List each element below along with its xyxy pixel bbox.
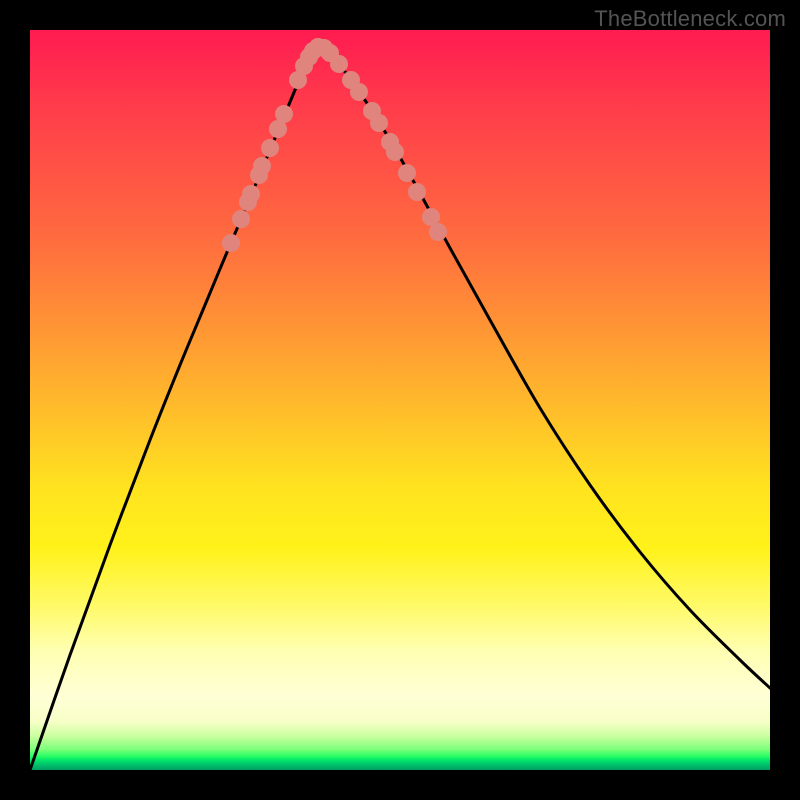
curve-marker	[261, 139, 279, 157]
curve-marker	[242, 185, 260, 203]
curve-marker	[232, 210, 250, 228]
curve-marker	[350, 83, 368, 101]
watermark-text: TheBottleneck.com	[594, 6, 786, 32]
chart-svg	[30, 30, 770, 770]
curve-marker	[330, 55, 348, 73]
curve-marker	[429, 223, 447, 241]
curve-marker	[370, 114, 388, 132]
curve-marker	[398, 164, 416, 182]
chart-frame: TheBottleneck.com	[0, 0, 800, 800]
chart-plot-area	[30, 30, 770, 770]
curve-markers	[222, 38, 447, 252]
curve-marker	[222, 234, 240, 252]
curve-marker	[253, 157, 271, 175]
curve-marker	[386, 143, 404, 161]
curve-marker	[275, 105, 293, 123]
curve-marker	[408, 183, 426, 201]
